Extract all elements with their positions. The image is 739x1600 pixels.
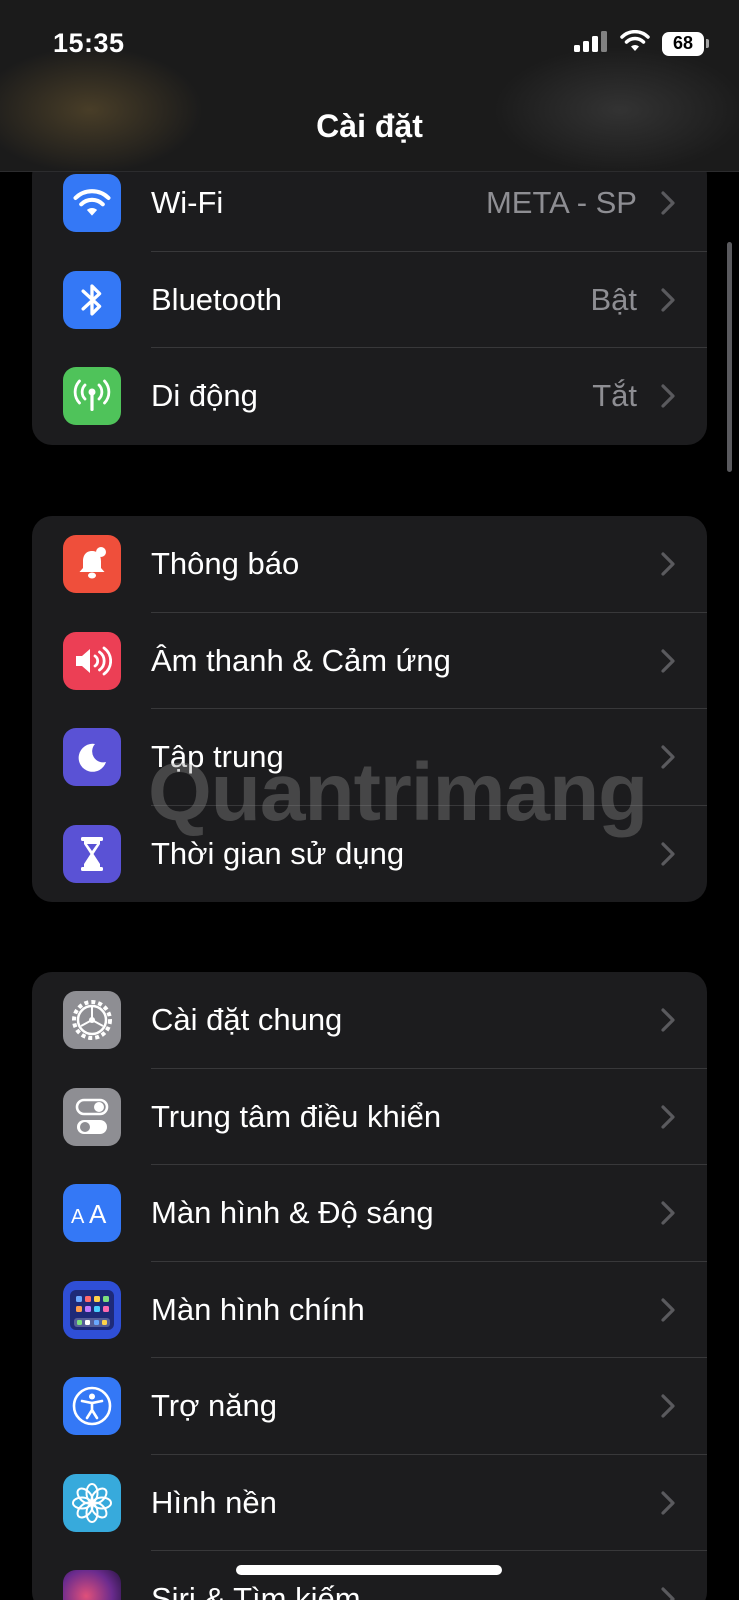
wifi-status-icon	[620, 29, 650, 57]
row-value: Bật	[590, 281, 637, 317]
settings-row-screen-time[interactable]: Thời gian sử dụng	[32, 806, 707, 903]
flower-icon	[63, 1473, 121, 1532]
chevron-right-icon	[659, 1392, 677, 1420]
settings-row-accessibility[interactable]: Trợ năng	[32, 1358, 707, 1455]
battery-icon: 68	[662, 31, 709, 56]
accessibility-icon	[63, 1377, 121, 1436]
text-size-icon: A A	[63, 1184, 121, 1243]
settings-row-sounds[interactable]: Âm thanh & Cảm ứng	[32, 613, 707, 709]
status-icons: 68	[574, 29, 709, 57]
settings-row-display[interactable]: A A Màn hình & Độ sáng	[32, 1165, 707, 1262]
row-value: META - SP	[485, 185, 637, 221]
row-label: Thời gian sử dụng	[151, 835, 405, 871]
settings-row-home-screen[interactable]: Màn hình chính	[32, 1262, 707, 1358]
settings-row-general[interactable]: Cài đặt chung	[32, 972, 707, 1069]
chevron-right-icon	[659, 840, 677, 868]
home-indicator[interactable]	[236, 1565, 502, 1575]
row-label: Màn hình & Độ sáng	[151, 1195, 434, 1231]
home-grid-icon	[63, 1280, 121, 1339]
chevron-right-icon	[659, 1199, 677, 1227]
toggles-icon	[63, 1087, 121, 1146]
chevron-right-icon	[659, 743, 677, 771]
chevron-right-icon	[659, 189, 677, 217]
hourglass-icon	[63, 824, 121, 883]
row-label: Wi-Fi	[151, 185, 224, 221]
settings-row-wallpaper[interactable]: Hình nền	[32, 1455, 707, 1551]
row-label: Di động	[151, 378, 258, 414]
settings-row-siri[interactable]: Siri & Tìm kiếm	[32, 1551, 707, 1600]
row-label: Siri & Tìm kiếm	[151, 1581, 361, 1600]
settings-group-notifications: Thông báo Âm thanh & Cảm ứng Tập trung T…	[32, 516, 707, 902]
row-label: Màn hình chính	[151, 1291, 365, 1327]
chevron-right-icon	[659, 647, 677, 675]
status-time: 15:35	[53, 28, 125, 58]
moon-icon	[63, 728, 121, 787]
settings-row-control-center[interactable]: Trung tâm điều khiển	[32, 1069, 707, 1165]
chevron-right-icon	[659, 1103, 677, 1131]
battery-level: 68	[662, 31, 704, 56]
row-label: Trợ năng	[151, 1388, 278, 1424]
svg-text:A: A	[89, 1199, 107, 1227]
wifi-icon	[63, 174, 121, 233]
status-bar: 15:35 68	[0, 0, 739, 90]
bluetooth-icon	[63, 270, 121, 329]
row-label: Trung tâm điều khiển	[151, 1098, 442, 1134]
signal-icon	[574, 30, 608, 57]
chevron-right-icon	[659, 1585, 677, 1600]
row-label: Tập trung	[151, 739, 284, 775]
row-label: Âm thanh & Cảm ứng	[151, 642, 451, 678]
scroll-indicator[interactable]	[727, 242, 732, 472]
settings-row-cellular[interactable]: Di động Tắt	[32, 348, 707, 445]
settings-group-general: Cài đặt chung Trung tâm điều khiển A A M…	[32, 972, 707, 1600]
settings-row-notifications[interactable]: Thông báo	[32, 516, 707, 613]
chevron-right-icon	[659, 1489, 677, 1517]
row-value: Tắt	[592, 378, 637, 414]
gear-icon	[63, 991, 121, 1050]
settings-row-focus[interactable]: Tập trung	[32, 709, 707, 806]
speaker-icon	[63, 631, 121, 690]
chevron-right-icon	[659, 382, 677, 410]
bell-icon	[63, 535, 121, 594]
row-label: Thông báo	[151, 546, 300, 582]
chevron-right-icon	[659, 550, 677, 578]
settings-row-bluetooth[interactable]: Bluetooth Bật	[32, 252, 707, 348]
page-title: Cài đặt	[316, 108, 423, 144]
chevron-right-icon	[659, 1006, 677, 1034]
siri-icon	[63, 1570, 121, 1600]
row-label: Cài đặt chung	[151, 1002, 343, 1038]
row-label: Hình nền	[151, 1484, 277, 1520]
row-label: Bluetooth	[151, 281, 282, 317]
chevron-right-icon	[659, 1296, 677, 1324]
settings-list[interactable]: Wi-Fi META - SP Bluetooth Bật Di động Tắ…	[0, 0, 739, 1600]
chevron-right-icon	[659, 286, 677, 314]
svg-text:A: A	[71, 1206, 85, 1227]
cellular-icon	[63, 367, 121, 426]
settings-group-connectivity: Wi-Fi META - SP Bluetooth Bật Di động Tắ…	[32, 155, 707, 445]
